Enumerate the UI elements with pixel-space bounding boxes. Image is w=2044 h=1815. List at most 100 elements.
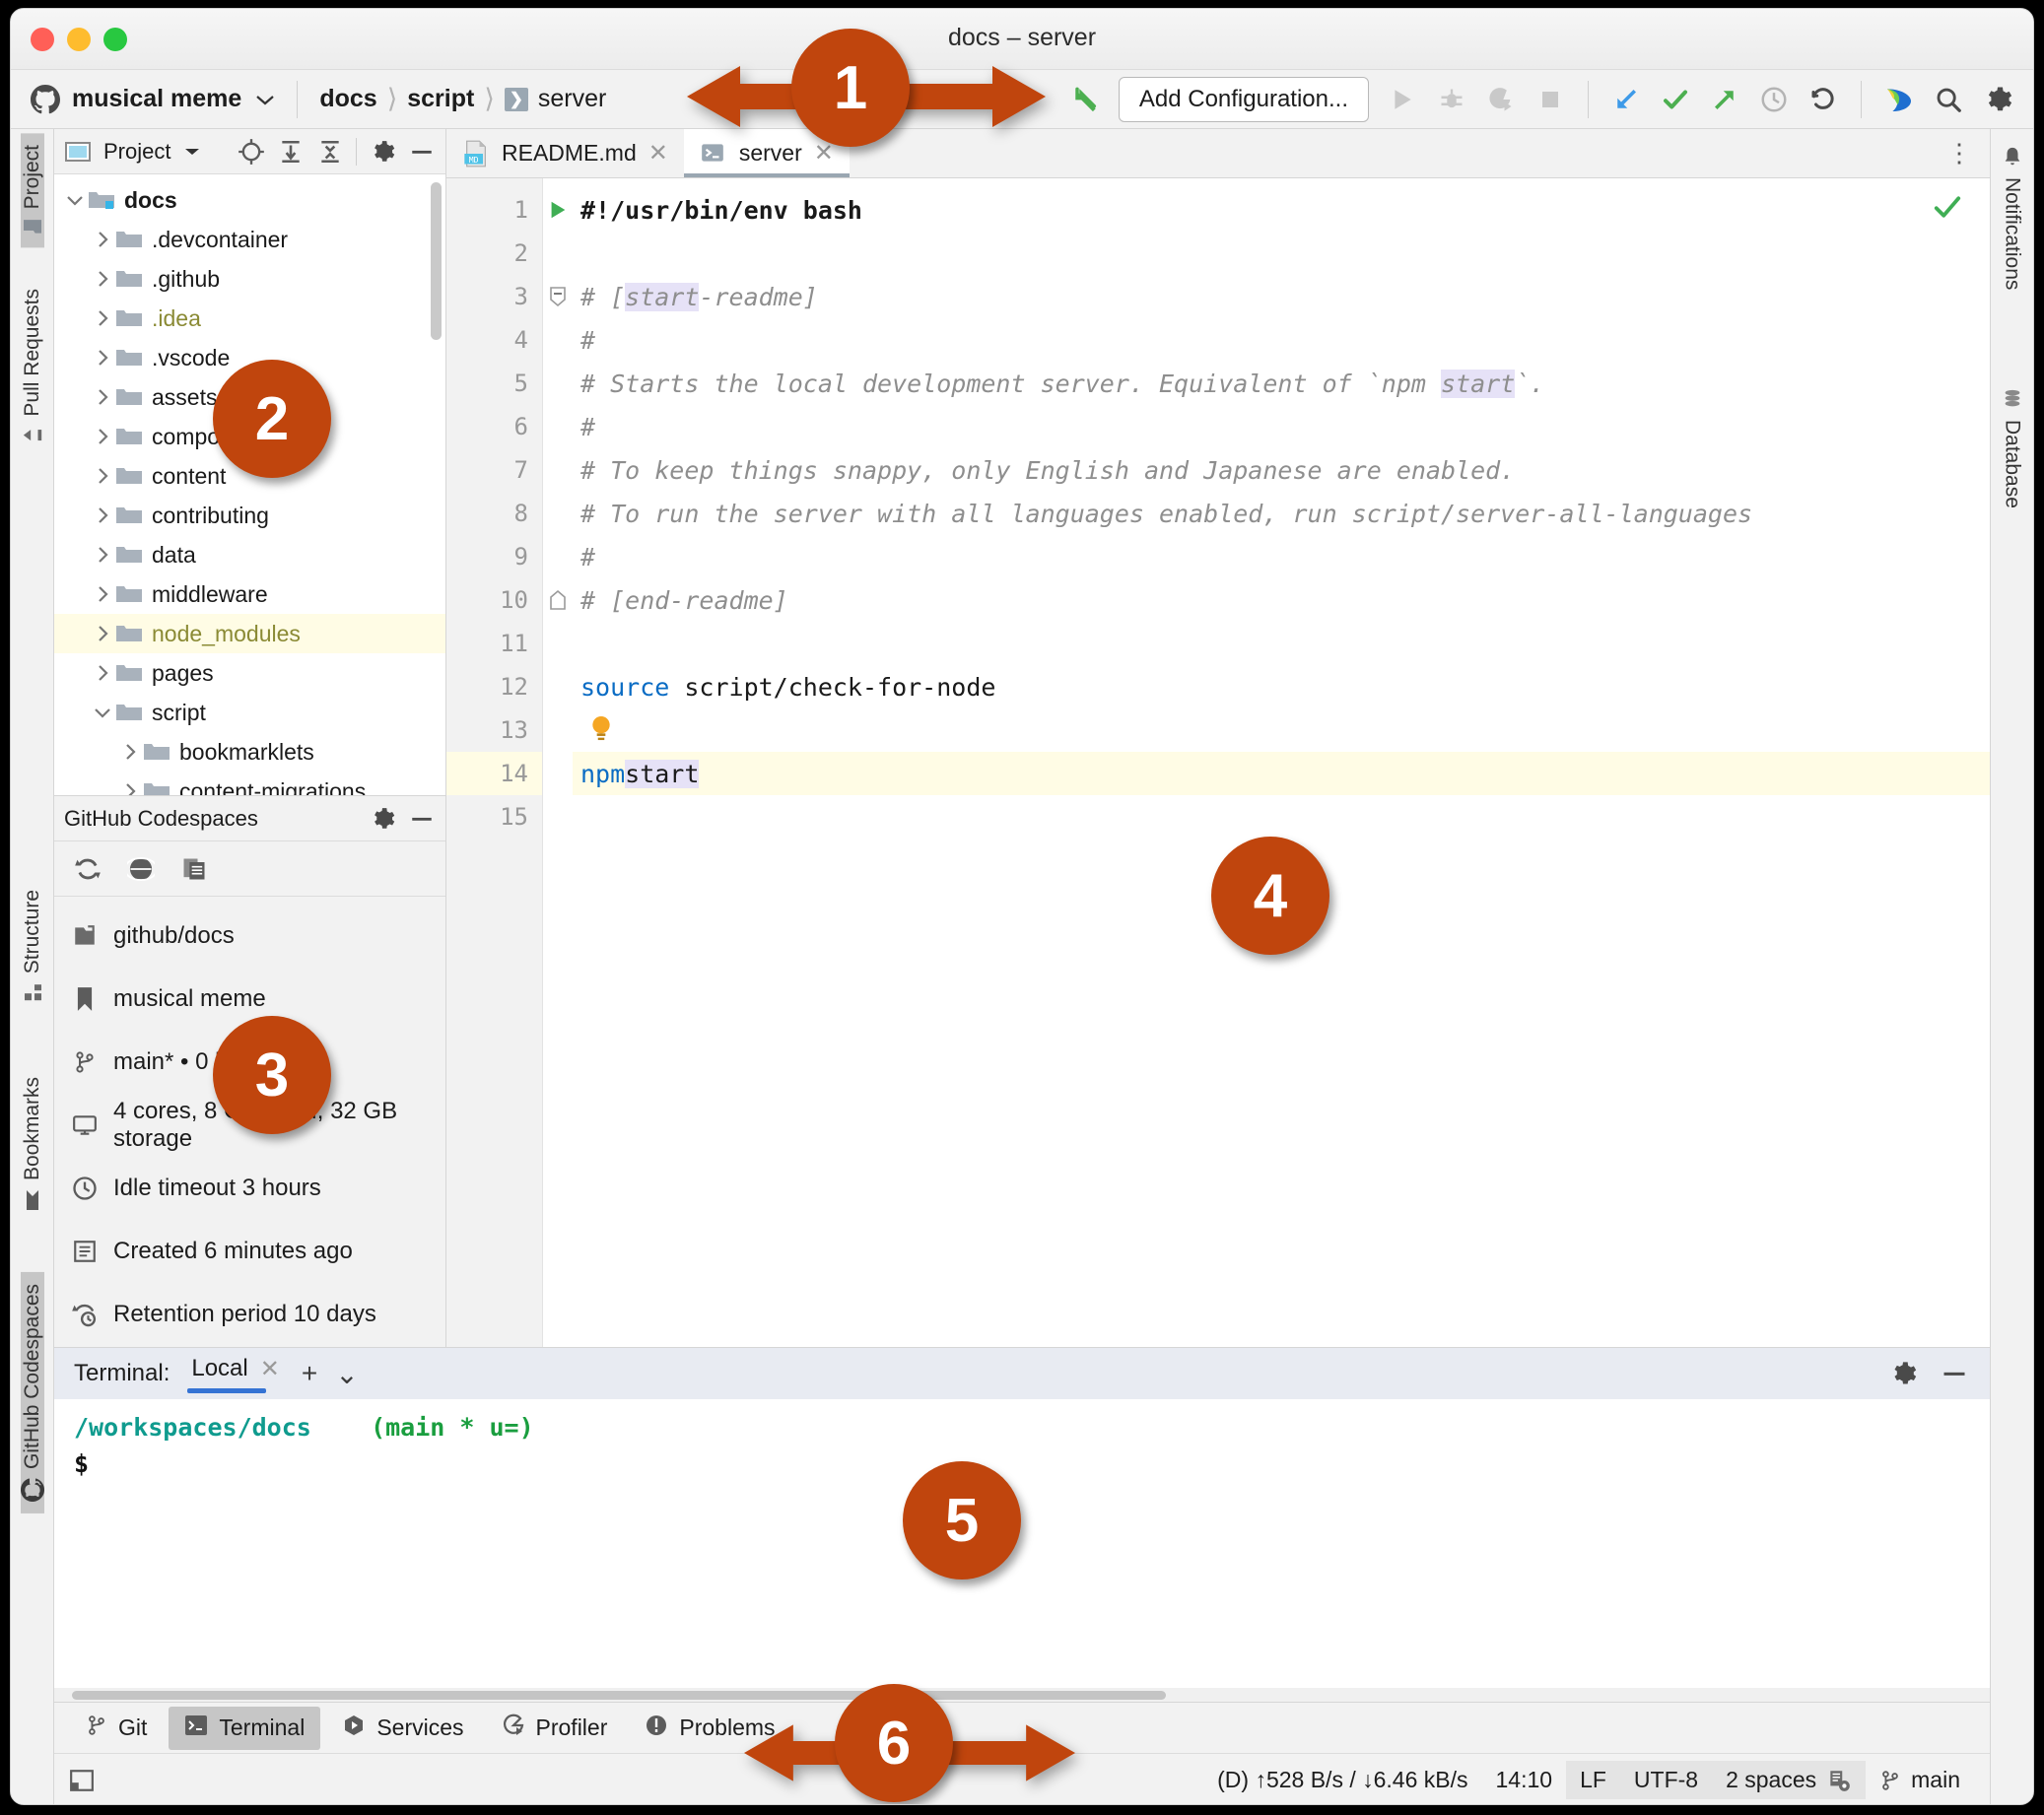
line-number[interactable]: 9 <box>446 535 542 578</box>
chevron-down-icon[interactable]: ⌄ <box>335 1358 358 1390</box>
tree-item-bookmarklets[interactable]: bookmarklets <box>54 732 445 772</box>
line-number[interactable]: 8 <box>446 492 542 535</box>
run-icon[interactable] <box>1387 84 1418 115</box>
intention-bulb-icon[interactable] <box>588 712 614 751</box>
bottom-tab-profiler[interactable]: Profiler <box>486 1706 624 1751</box>
codespace-detail-created[interactable]: Created 6 minutes ago <box>54 1220 445 1283</box>
tree-item-contributing[interactable]: contributing <box>54 496 445 535</box>
run-script-icon[interactable] <box>543 188 573 232</box>
code-line[interactable] <box>573 622 1990 665</box>
tree-expand-chevron-icon[interactable] <box>90 660 115 686</box>
tree-expand-chevron-icon[interactable] <box>90 542 115 568</box>
fold-marker-icon[interactable] <box>543 275 573 318</box>
tree-expand-chevron-icon[interactable] <box>90 424 115 449</box>
code-line[interactable]: # Starts the local development server. E… <box>573 362 1990 405</box>
terminal-horizontal-scrollbar[interactable] <box>54 1688 1990 1702</box>
sidebar-item-github-codespaces[interactable]: GitHub Codespaces <box>20 1272 44 1513</box>
tree-item-data[interactable]: data <box>54 535 445 574</box>
debug-icon[interactable] <box>1436 84 1467 115</box>
fold-marker-icon[interactable] <box>543 578 573 622</box>
terminal-output[interactable]: /workspaces/docs (main * u=) $ <box>54 1399 1990 1688</box>
close-icon[interactable]: ✕ <box>648 139 668 168</box>
project-tree[interactable]: docs .devcontainer .github .idea .vscode… <box>54 174 445 795</box>
line-number[interactable]: 10 <box>446 578 542 622</box>
tree-item-docs[interactable]: docs <box>54 180 445 220</box>
settings-gear-icon[interactable] <box>369 805 396 833</box>
sidebar-item-pull-requests[interactable]: Pull Requests <box>21 277 44 457</box>
tree-expand-chevron-icon[interactable] <box>90 384 115 410</box>
rollback-icon[interactable] <box>1807 84 1839 115</box>
tree-expand-chevron-icon[interactable] <box>90 305 115 331</box>
line-number[interactable]: 12 <box>446 665 542 708</box>
clock-indicator[interactable]: 14:10 <box>1482 1761 1567 1799</box>
tree-item--devcontainer[interactable]: .devcontainer <box>54 220 445 259</box>
tree-expand-chevron-icon[interactable] <box>90 345 115 370</box>
line-number[interactable]: 5 <box>446 362 542 405</box>
breadcrumb-item-0[interactable]: docs <box>319 85 376 113</box>
breadcrumb-item-2[interactable]: server <box>538 85 606 113</box>
tree-item--github[interactable]: .github <box>54 259 445 299</box>
line-number[interactable]: 3 <box>446 275 542 318</box>
code-line[interactable]: #!/usr/bin/env bash <box>573 188 1990 232</box>
codespace-detail-clock[interactable]: Idle timeout 3 hours <box>54 1157 445 1220</box>
code-line[interactable]: # <box>573 535 1990 578</box>
code-line[interactable]: # To run the server with all languages e… <box>573 492 1990 535</box>
stop-icon[interactable] <box>1534 84 1566 115</box>
tree-expand-chevron-icon[interactable] <box>117 778 143 795</box>
tree-expand-chevron-icon[interactable] <box>117 739 143 765</box>
code-line[interactable]: # To keep things snappy, only English an… <box>573 448 1990 492</box>
terminal-tab-local[interactable]: Local ✕ <box>187 1355 283 1393</box>
code-line[interactable]: # <box>573 318 1990 362</box>
line-number[interactable]: 4 <box>446 318 542 362</box>
expand-all-icon[interactable] <box>277 138 305 166</box>
tree-item-pages[interactable]: pages <box>54 653 445 693</box>
commit-icon[interactable] <box>1660 84 1691 115</box>
sidebar-item-bookmarks[interactable]: Bookmarks <box>21 1065 44 1223</box>
editor-tab-readme[interactable]: MD README.md ✕ <box>446 129 684 177</box>
code-line[interactable]: npm start <box>573 752 1990 795</box>
add-tab-icon[interactable]: + <box>302 1358 317 1389</box>
more-options-icon[interactable]: ⋮ <box>1946 129 1990 177</box>
inspection-ok-icon[interactable] <box>1931 192 1964 227</box>
git-branch-indicator[interactable]: main <box>1866 1761 1974 1799</box>
run-with-coverage-icon[interactable] <box>1485 84 1517 115</box>
code-line[interactable]: # [start-readme] <box>573 275 1990 318</box>
toggle-tool-windows-icon[interactable] <box>68 1767 96 1794</box>
network-speed-indicator[interactable]: (D) ↑528 B/s / ↓6.46 kB/s <box>1203 1761 1481 1799</box>
sidebar-item-structure[interactable]: Structure <box>21 878 44 1014</box>
line-number[interactable]: 6 <box>446 405 542 448</box>
tree-expand-chevron-icon[interactable] <box>90 227 115 252</box>
close-icon[interactable]: ✕ <box>260 1355 280 1383</box>
ai-assistant-icon[interactable] <box>1883 84 1915 115</box>
tree-item-script[interactable]: script <box>54 693 445 732</box>
push-icon[interactable] <box>1709 84 1740 115</box>
bottom-tab-services[interactable]: Services <box>326 1706 479 1751</box>
settings-gear-icon[interactable] <box>1889 1360 1917 1387</box>
hide-icon[interactable] <box>408 805 436 833</box>
history-icon[interactable] <box>1758 84 1790 115</box>
code-line[interactable]: source script/check-for-node <box>573 665 1990 708</box>
code-line[interactable] <box>573 795 1990 839</box>
tree-expand-chevron-icon[interactable] <box>90 581 115 607</box>
line-separator-indicator[interactable]: LF <box>1566 1761 1620 1799</box>
tree-expand-chevron-icon[interactable] <box>90 503 115 528</box>
encoding-indicator[interactable]: UTF-8 <box>1619 1761 1713 1799</box>
tree-scrollbar[interactable] <box>431 182 442 340</box>
copy-icon[interactable] <box>180 855 208 883</box>
pull-icon[interactable] <box>1610 84 1642 115</box>
bottom-tab-git[interactable]: Git <box>70 1706 163 1751</box>
tree-expand-chevron-icon[interactable] <box>90 463 115 489</box>
line-number[interactable]: 13 <box>446 708 542 752</box>
code-line[interactable]: # <box>573 405 1990 448</box>
hide-icon[interactable] <box>1941 1360 1968 1387</box>
project-selector[interactable]: musical meme <box>72 85 275 113</box>
line-number[interactable]: 15 <box>446 795 542 839</box>
code-line[interactable]: # [end-readme] <box>573 578 1990 622</box>
tree-expand-chevron-icon[interactable] <box>62 187 88 213</box>
breadcrumb[interactable]: docs ⟩ script ⟩ ❯ server <box>319 84 606 114</box>
code-editor[interactable]: 1 2 3 4 5 6 7 8 9 10 11 12 13 14 15 #!/usr/bin/env bas… <box>446 178 1990 1347</box>
sidebar-item-notifications[interactable]: Notifications <box>2001 133 2024 302</box>
tree-expand-chevron-icon[interactable] <box>90 621 115 646</box>
open-in-browser-icon[interactable] <box>127 855 155 883</box>
tree-item-middleware[interactable]: middleware <box>54 574 445 614</box>
